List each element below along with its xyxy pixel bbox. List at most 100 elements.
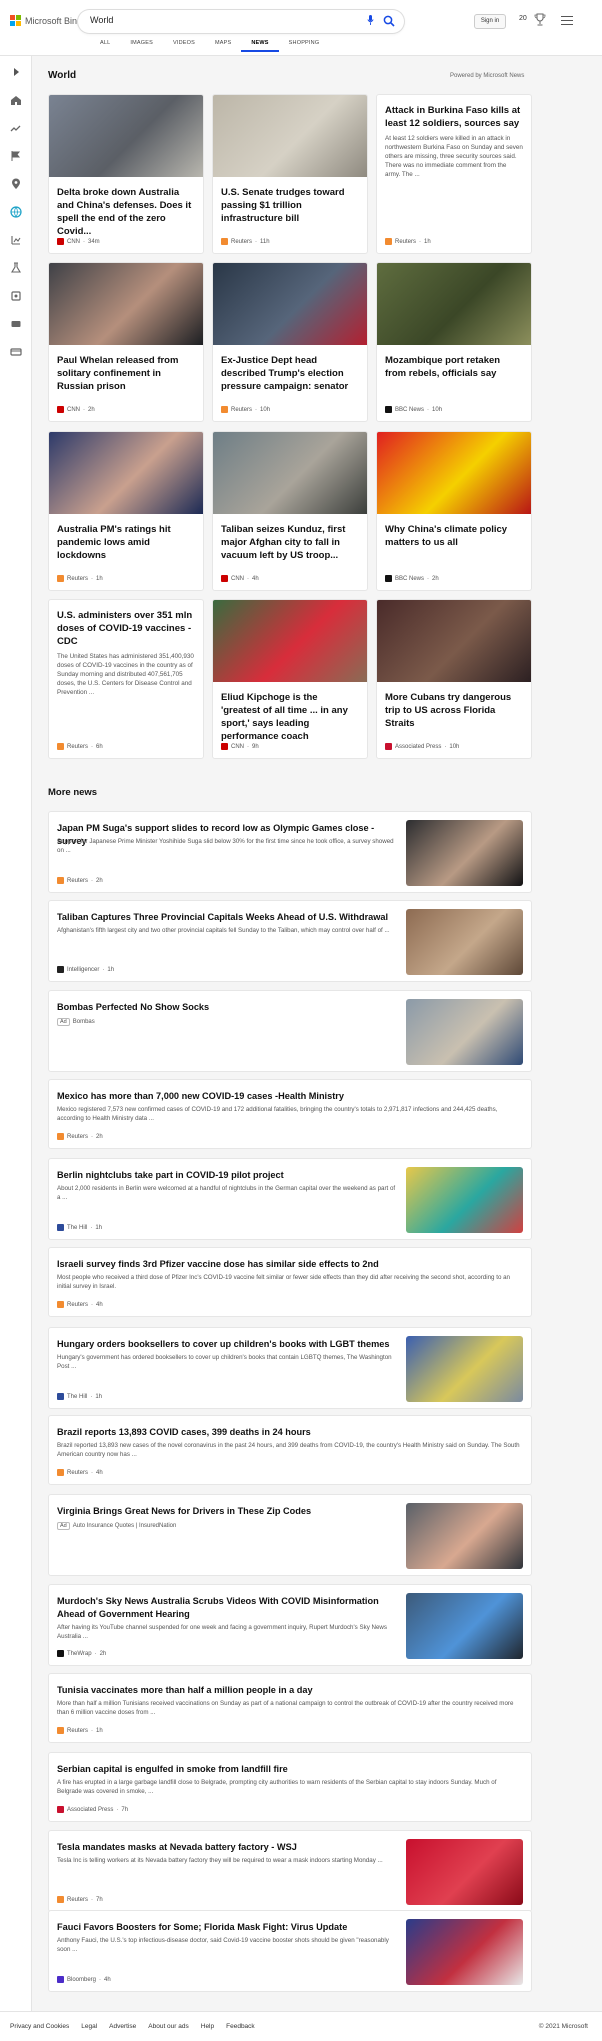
more-news-thumbnail[interactable] [406,1593,523,1659]
news-card[interactable]: U.S. Senate trudges toward passing $1 tr… [212,94,368,254]
news-source[interactable]: Reuters [231,407,252,413]
chart-icon[interactable] [10,234,22,246]
more-news-item[interactable]: Hungary orders booksellers to cover up c… [48,1327,532,1409]
more-news-item[interactable]: Mexico has more than 7,000 new COVID-19 … [48,1079,532,1149]
flag-icon[interactable] [10,150,22,162]
menu-icon[interactable] [561,16,573,25]
more-news-title[interactable]: Hungary orders booksellers to cover up c… [57,1338,397,1351]
science-icon[interactable] [10,262,22,274]
news-card[interactable]: Attack in Burkina Faso kills at least 12… [376,94,532,254]
news-card-image[interactable] [213,432,367,514]
news-card-title[interactable]: U.S. administers over 351 mln doses of C… [49,600,203,648]
news-source[interactable]: TheWrap [67,1651,92,1657]
news-source[interactable]: Auto Insurance Quotes | InsuredNation [73,1523,177,1529]
news-card[interactable]: Delta broke down Australia and China's d… [48,94,204,254]
search-box[interactable]: World [78,10,404,33]
more-news-title[interactable]: Virginia Brings Great News for Drivers i… [57,1505,397,1518]
more-news-item[interactable]: Berlin nightclubs take part in COVID-19 … [48,1158,532,1240]
footer-link-advertise[interactable]: Advertise [109,2023,136,2030]
news-source[interactable]: Bloomberg [67,1977,96,1983]
more-news-thumbnail[interactable] [406,1167,523,1233]
more-news-item[interactable]: Japan PM Suga's support slides to record… [48,811,532,893]
news-source[interactable]: CNN [231,744,244,750]
sign-in-button[interactable]: Sign in [474,14,506,29]
news-card-title[interactable]: Why China's climate policy matters to us… [377,514,531,549]
sports-icon[interactable] [10,290,22,302]
more-news-title[interactable]: Berlin nightclubs take part in COVID-19 … [57,1169,397,1182]
news-card-image[interactable] [377,600,531,682]
tab-shopping[interactable]: SHOPPING [279,40,330,52]
news-source[interactable]: Associated Press [395,744,441,750]
microphone-icon[interactable] [367,15,374,26]
news-source[interactable]: Reuters [67,576,88,582]
news-card-title[interactable]: Attack in Burkina Faso kills at least 12… [377,95,531,130]
news-card-image[interactable] [213,600,367,682]
news-source[interactable]: Reuters [67,878,88,884]
news-card-title[interactable]: U.S. Senate trudges toward passing $1 tr… [213,177,367,225]
news-card-image[interactable] [49,432,203,514]
more-news-title[interactable]: Taliban Captures Three Provincial Capita… [57,911,397,924]
news-card-image[interactable] [213,263,367,345]
news-source[interactable]: Reuters [67,1470,88,1476]
tab-maps[interactable]: MAPS [205,40,241,52]
more-news-title[interactable]: Tesla mandates masks at Nevada battery f… [57,1841,397,1854]
news-source[interactable]: CNN [67,239,80,245]
more-news-title[interactable]: Brazil reports 13,893 COVID cases, 399 d… [57,1426,522,1439]
more-news-item[interactable]: Tunisia vaccinates more than half a mill… [48,1673,532,1743]
news-card-title[interactable]: Mozambique port retaken from rebels, off… [377,345,531,380]
more-news-title[interactable]: Tunisia vaccinates more than half a mill… [57,1684,522,1697]
footer-link-privacy[interactable]: Privacy and Cookies [10,2023,69,2030]
more-news-item[interactable]: Serbian capital is engulfed in smoke fro… [48,1752,532,1822]
more-news-item[interactable]: Bombas Perfected No Show Socks Ad Bombas [48,990,532,1072]
news-card[interactable]: Why China's climate policy matters to us… [376,431,532,591]
news-card-image[interactable] [49,263,203,345]
more-news-item[interactable]: Tesla mandates masks at Nevada battery f… [48,1830,532,1912]
news-card[interactable]: U.S. administers over 351 mln doses of C… [48,599,204,759]
news-card-title[interactable]: More Cubans try dangerous trip to US acr… [377,682,531,730]
trending-icon[interactable] [10,122,22,134]
news-card[interactable]: Eliud Kipchoge is the 'greatest of all t… [212,599,368,759]
more-news-item[interactable]: Murdoch's Sky News Australia Scrubs Vide… [48,1584,532,1666]
bing-logo[interactable]: Microsoft Bing [10,15,82,26]
more-news-item[interactable]: Virginia Brings Great News for Drivers i… [48,1494,532,1576]
home-icon[interactable] [10,94,22,106]
globe-icon[interactable] [10,206,22,218]
news-source[interactable]: Reuters [395,239,416,245]
news-card-title[interactable]: Paul Whelan released from solitary confi… [49,345,203,393]
news-card[interactable]: More Cubans try dangerous trip to US acr… [376,599,532,759]
more-news-title[interactable]: Mexico has more than 7,000 new COVID-19 … [57,1090,522,1103]
news-card[interactable]: Taliban seizes Kunduz, first major Afgha… [212,431,368,591]
news-source[interactable]: Reuters [67,1728,88,1734]
footer-link-legal[interactable]: Legal [81,2023,97,2030]
more-news-title[interactable]: Israeli survey finds 3rd Pfizer vaccine … [57,1258,522,1271]
more-news-thumbnail[interactable] [406,1336,523,1402]
news-source[interactable]: Intelligencer [67,967,99,973]
search-input[interactable]: World [90,15,113,25]
more-news-thumbnail[interactable] [406,1503,523,1569]
news-card[interactable]: Paul Whelan released from solitary confi… [48,262,204,422]
tab-all[interactable]: ALL [90,40,120,52]
news-source[interactable]: The Hill [67,1225,87,1231]
news-source[interactable]: BBC News [395,407,424,413]
news-card-title[interactable]: Taliban seizes Kunduz, first major Afgha… [213,514,367,562]
news-card-title[interactable]: Ex-Justice Dept head described Trump's e… [213,345,367,393]
news-card-image[interactable] [49,95,203,177]
rewards-count[interactable]: 20 [519,15,527,22]
more-news-title[interactable]: Fauci Favors Boosters for Some; Florida … [57,1921,397,1934]
more-news-thumbnail[interactable] [406,1839,523,1905]
rewards-trophy-icon[interactable] [534,13,546,27]
news-source[interactable]: The Hill [67,1394,87,1400]
footer-link-about-ads[interactable]: About our ads [148,2023,188,2030]
news-card-title[interactable]: Australia PM's ratings hit pandemic lows… [49,514,203,562]
news-card-image[interactable] [213,95,367,177]
news-source[interactable]: Reuters [67,1897,88,1903]
news-card[interactable]: Ex-Justice Dept head described Trump's e… [212,262,368,422]
footer-link-help[interactable]: Help [201,2023,214,2030]
news-source[interactable]: Bombas [73,1019,95,1025]
news-source[interactable]: Reuters [67,1134,88,1140]
news-card-title[interactable]: Eliud Kipchoge is the 'greatest of all t… [213,682,367,743]
money-icon[interactable] [10,346,22,358]
expand-arrow-icon[interactable] [10,66,22,78]
more-news-item[interactable]: Brazil reports 13,893 COVID cases, 399 d… [48,1415,532,1485]
news-card[interactable]: Mozambique port retaken from rebels, off… [376,262,532,422]
